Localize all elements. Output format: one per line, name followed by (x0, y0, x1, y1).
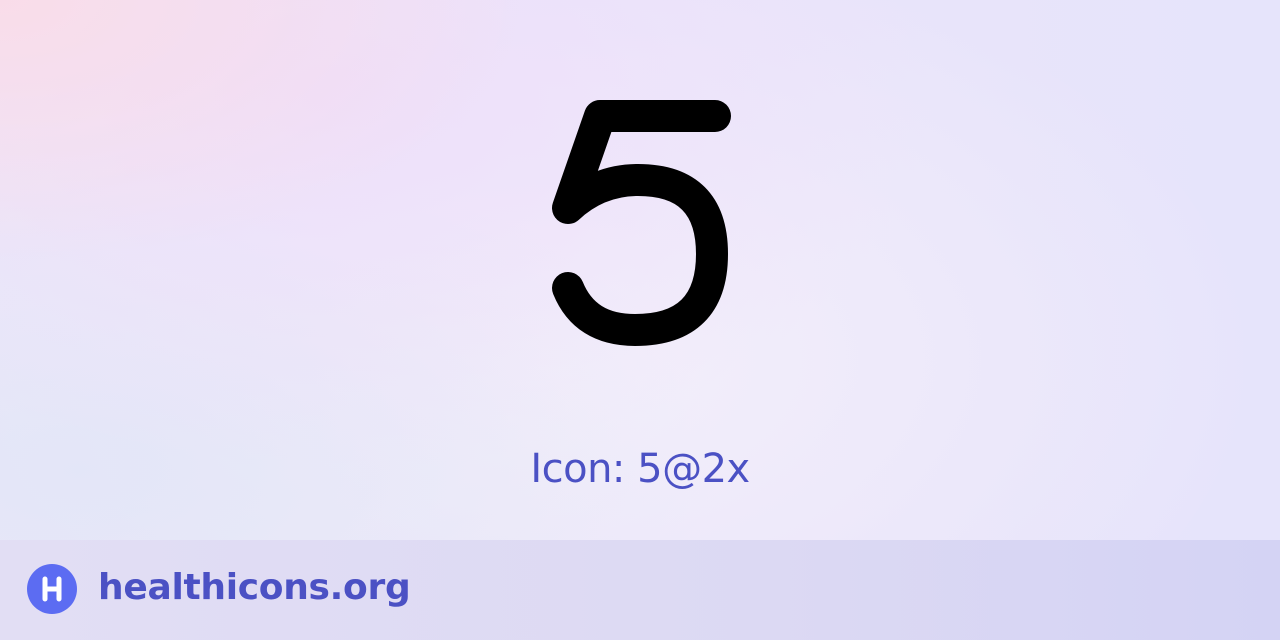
five-icon (540, 92, 740, 348)
healthicons-logo-icon[interactable] (27, 564, 77, 614)
footer-bar: healthicons.org (0, 540, 1280, 640)
icon-caption: Icon: 5@2x (530, 446, 750, 492)
site-link[interactable]: healthicons.org (98, 567, 411, 608)
